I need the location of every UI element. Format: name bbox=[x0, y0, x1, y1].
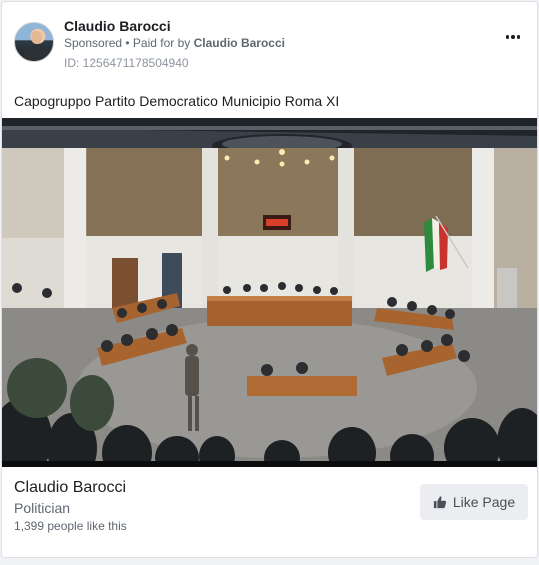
avatar-head bbox=[31, 31, 42, 44]
more-dot bbox=[511, 35, 515, 39]
author-name[interactable]: Claudio Barocci bbox=[64, 18, 171, 34]
like-page-button[interactable]: Like Page bbox=[420, 484, 528, 520]
like-page-label: Like Page bbox=[452, 494, 516, 510]
council-chamber-image bbox=[2, 118, 537, 467]
avatar-body bbox=[23, 45, 49, 61]
thumbs-up-icon bbox=[433, 496, 446, 509]
author-avatar[interactable] bbox=[14, 22, 54, 62]
more-dot bbox=[505, 35, 510, 39]
paid-for-prefix: Paid for by bbox=[132, 36, 194, 50]
post-header: Claudio Barocci Sponsored • Paid for by … bbox=[14, 18, 525, 76]
post-photo[interactable] bbox=[2, 118, 537, 467]
more-dot bbox=[516, 35, 521, 39]
sponsored-line: Sponsored • Paid for by Claudio Barocci bbox=[64, 36, 285, 50]
ad-id: ID: 1256471178504940 bbox=[64, 56, 189, 70]
post-message: Capogruppo Partito Democratico Municipio… bbox=[14, 93, 340, 109]
sponsored-label: Sponsored bbox=[64, 36, 123, 50]
more-horizontal-icon[interactable] bbox=[501, 30, 525, 44]
ad-card: Claudio Barocci Sponsored • Paid for by … bbox=[1, 1, 538, 558]
page-info: Claudio Barocci Politician 1,399 people … bbox=[2, 467, 537, 557]
separator-dot: • bbox=[122, 36, 133, 50]
page-category: Politician bbox=[14, 500, 71, 516]
paid-for-name: Claudio Barocci bbox=[193, 36, 285, 50]
page-name[interactable]: Claudio Barocci bbox=[14, 479, 126, 497]
page-likes: 1,399 people like this bbox=[14, 519, 127, 533]
